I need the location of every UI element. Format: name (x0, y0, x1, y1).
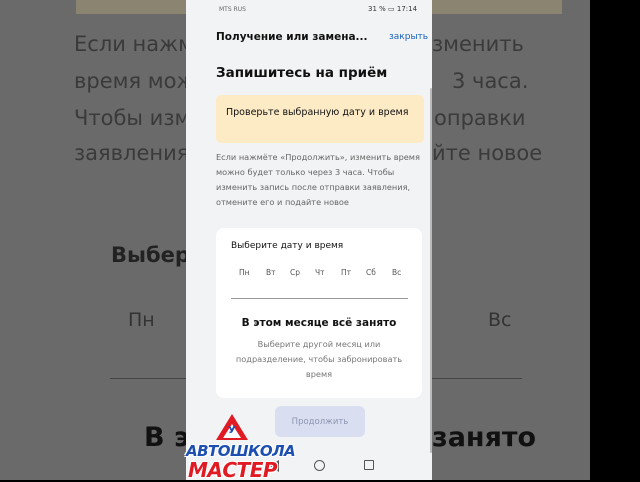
close-link[interactable]: закрыть (389, 32, 428, 42)
empty-state-subtitle: Выберите другой месяц или подразделение,… (235, 339, 403, 379)
status-bar: MTS RUS 31 % ▭ 17:14 (186, 0, 432, 20)
status-right: 31 % ▭ 17:14 (368, 5, 417, 13)
bg-text-line: Чтобы изм (74, 106, 186, 130)
calendar-heading: Выберите дату и время (231, 241, 344, 251)
top-bar: Получение или замена... закрыть (186, 20, 432, 56)
bg-text-line: йте новое (432, 141, 543, 165)
continue-button[interactable]: Продолжить (275, 406, 365, 437)
weekday-label: Вт (266, 268, 276, 277)
empty-state-title: В этом месяце всё занято (241, 317, 397, 329)
bg-big-text: занято (432, 422, 537, 453)
weekday-label: Сб (366, 268, 376, 277)
driving-school-logo: У АВТОШКОЛА МАСТЕР (186, 414, 296, 482)
background-left-pane: Если нажм время мож Чтобы изм заявления … (0, 0, 186, 480)
bg-text-line: Если нажм (74, 32, 186, 56)
bg-day: Пн (128, 309, 155, 331)
warning-banner: Проверьте выбранную дату и время (216, 95, 424, 143)
recent-apps-icon[interactable] (364, 460, 374, 470)
bg-text-line: заявления (74, 141, 186, 165)
bg-day: Вс (488, 309, 512, 331)
background-right-pane: зменить 3 часа. оправки йте новое Вс зан… (432, 0, 590, 480)
bg-text-line: время мож (74, 69, 186, 93)
bg-heading: Выбер (111, 243, 186, 267)
battery-icon: ▭ (388, 5, 395, 13)
weekday-label: Вс (392, 268, 402, 277)
bg-text-line: зменить (432, 32, 524, 56)
logo-line-2: МАСТЕР (188, 458, 278, 482)
carrier-label: MTS RUS (219, 6, 246, 13)
calendar-card: Выберите дату и время Пн Вт Ср Чт Пт Сб … (216, 228, 422, 398)
weekday-label: Пт (341, 268, 352, 277)
bg-text-line: оправки (434, 106, 526, 130)
weekday-label: Чт (315, 268, 325, 277)
sign-letter: У (228, 425, 236, 436)
scrollbar[interactable] (430, 88, 432, 453)
calendar-divider (231, 298, 408, 299)
screen-title: Получение или замена... (216, 31, 368, 43)
warning-text: Проверьте выбранную дату и время (226, 107, 409, 118)
battery-label: 31 % (368, 5, 386, 13)
weekday-label: Пн (239, 268, 250, 277)
weekday-row: Пн Вт Ср Чт Пт Сб Вс (231, 268, 413, 280)
clock-label: 17:14 (396, 5, 418, 13)
bg-big-text: В эт (144, 422, 186, 453)
info-note: Если нажмёте «Продолжить», изменить врем… (216, 152, 420, 207)
weekday-label: Ср (290, 268, 300, 277)
page-title: Запишитесь на приём (216, 65, 388, 81)
bg-text-line: 3 часа. (452, 69, 529, 93)
phone-screen: MTS RUS 31 % ▭ 17:14 Получение или замен… (186, 0, 432, 480)
home-icon[interactable] (314, 460, 325, 471)
